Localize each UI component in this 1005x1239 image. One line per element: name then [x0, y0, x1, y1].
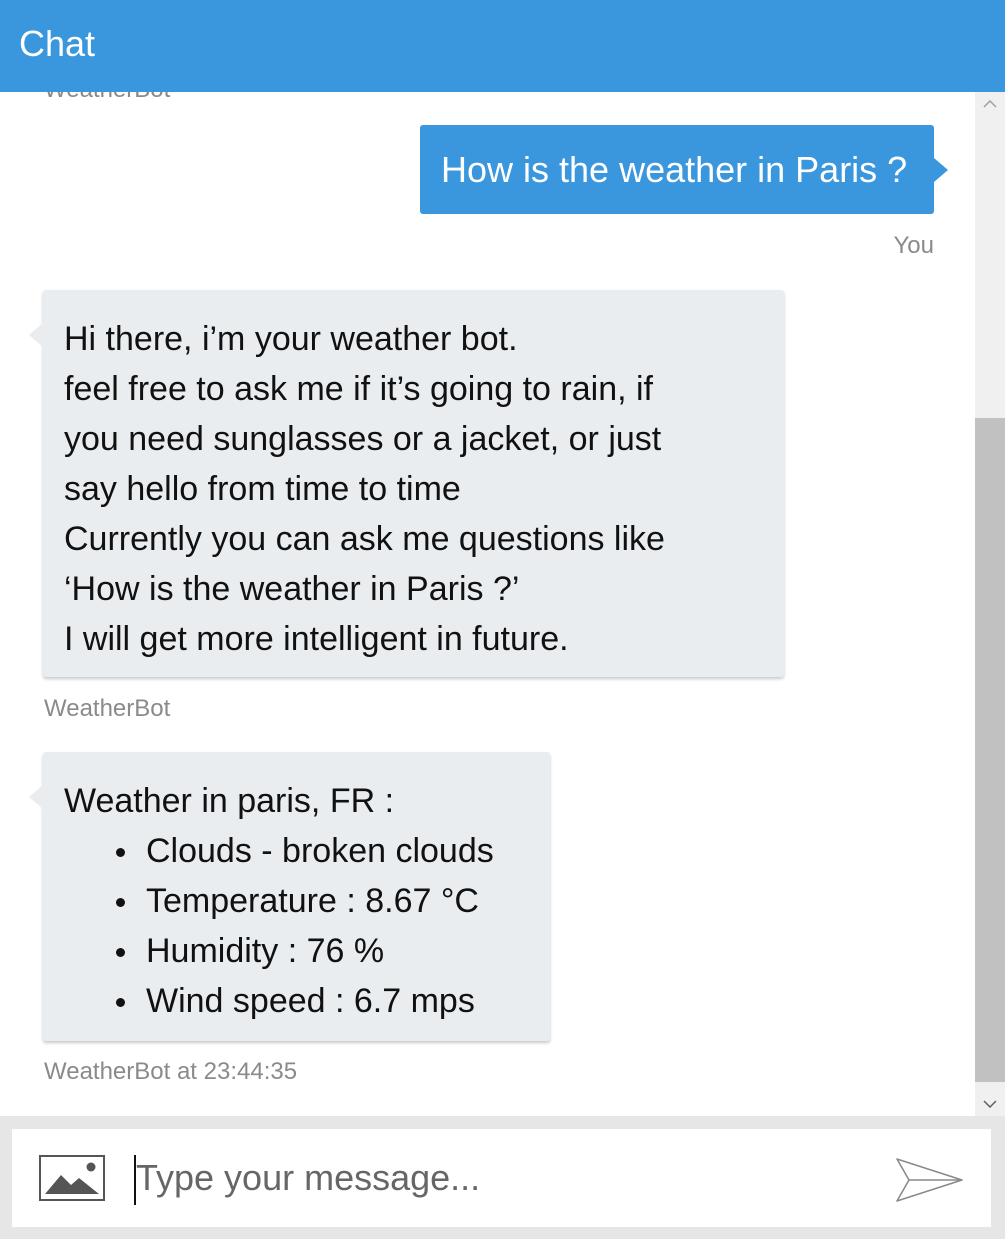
message-input-box — [12, 1129, 991, 1227]
send-button[interactable] — [895, 1157, 965, 1203]
bubble-tail — [29, 785, 43, 809]
scroll-up-button[interactable] — [975, 92, 1005, 116]
message-input-bar — [0, 1116, 1005, 1239]
chat-header: Chat — [0, 0, 1005, 92]
weather-details-list: Clouds - broken clouds Temperature : 8.6… — [64, 826, 530, 1026]
upload-image-button[interactable] — [39, 1155, 105, 1201]
chevron-up-icon — [983, 100, 997, 108]
vertical-scrollbar[interactable] — [975, 92, 1005, 1116]
message-input[interactable] — [132, 1129, 872, 1227]
scrollbar-thumb[interactable] — [975, 418, 1005, 1082]
message-history[interactable]: WeatherBot How is the weather in Paris ?… — [0, 92, 975, 1116]
message-sender-label: WeatherBot — [44, 92, 170, 104]
user-message-text: How is the weather in Paris ? — [441, 148, 908, 190]
scroll-down-button[interactable] — [975, 1092, 1005, 1116]
message-sender-label: WeatherBot — [44, 695, 171, 722]
send-icon — [896, 1158, 963, 1202]
weather-card-heading: Weather in paris, FR : — [64, 782, 395, 820]
weather-card-bubble: Weather in paris, FR : Clouds - broken c… — [29, 752, 550, 1041]
chevron-down-icon — [983, 1100, 997, 1108]
message-sender-timestamp: WeatherBot at 23:44:35 — [44, 1058, 298, 1085]
chat-window: Chat WeatherBot How is the weather in Pa… — [0, 0, 1005, 1239]
bot-message-bubble: Hi there, i’m your weather bot. feel fre… — [29, 290, 784, 677]
message-sender-label: You — [893, 232, 935, 259]
bot-message-line: feel free to ask me if it’s going to rai… — [64, 370, 653, 408]
bot-message-line: ‘How is the weather in Paris ?’ — [64, 570, 520, 608]
bot-message-line: say hello from time to time — [64, 470, 461, 508]
weather-detail-clouds: Clouds - broken clouds — [64, 826, 530, 876]
weather-detail-temperature: Temperature : 8.67 °C — [64, 876, 530, 926]
bot-message-line: I will get more intelligent in future. — [64, 620, 569, 658]
bot-message-line: Currently you can ask me questions like — [64, 520, 665, 558]
header-title: Chat — [19, 23, 96, 64]
bot-message-line: you need sunglasses or a jacket, or just — [64, 420, 662, 458]
user-message-bubble: How is the weather in Paris ? — [420, 125, 948, 214]
weather-detail-humidity: Humidity : 76 % — [64, 926, 530, 976]
bubble-tail — [934, 158, 948, 182]
image-icon — [39, 1155, 105, 1201]
bot-message-line: Hi there, i’m your weather bot. — [64, 320, 518, 358]
weather-detail-wind-speed: Wind speed : 6.7 mps — [64, 976, 530, 1026]
bubble-tail — [29, 323, 43, 347]
